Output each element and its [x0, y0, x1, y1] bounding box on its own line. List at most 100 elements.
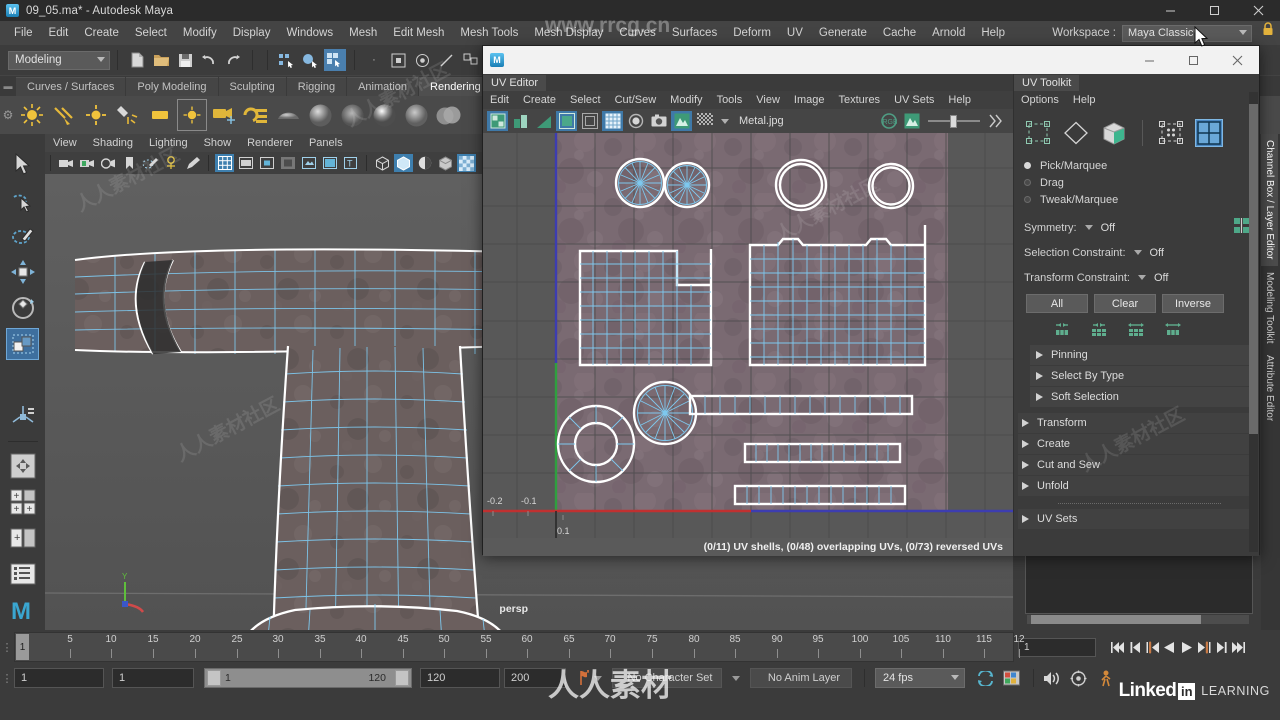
- menu-cache[interactable]: Cache: [875, 25, 924, 41]
- current-frame-field[interactable]: 1: [1018, 637, 1096, 657]
- anim-start-field[interactable]: 1: [112, 668, 194, 688]
- film-gate-icon[interactable]: [236, 154, 255, 172]
- vertex-mask-icon[interactable]: [387, 49, 409, 71]
- menu-modify[interactable]: Modify: [175, 25, 225, 41]
- volume-light-icon[interactable]: [177, 99, 207, 131]
- uv-display-ramp-icon[interactable]: [533, 111, 554, 131]
- maya-workspace-icon[interactable]: M: [6, 594, 39, 626]
- cycle-icon[interactable]: [975, 668, 995, 688]
- grease-pencil-icon[interactable]: [183, 154, 202, 172]
- uv-editor-window[interactable]: M UV Editor Edit Create Select Cut/Sew M…: [482, 45, 1260, 556]
- go-to-start-icon[interactable]: [1110, 638, 1127, 657]
- camera-attributes-icon[interactable]: [99, 154, 118, 172]
- layered-shader-icon[interactable]: [433, 99, 463, 131]
- menu-file[interactable]: File: [6, 25, 41, 41]
- step-back-frame-icon[interactable]: [1144, 638, 1161, 657]
- selection-mode-pick-marquee[interactable]: Pick/Marquee: [1014, 157, 1259, 174]
- shaded-half-icon[interactable]: [415, 154, 434, 172]
- uv-shaded-icon[interactable]: [625, 111, 646, 131]
- transform-constraint-row[interactable]: Transform Constraint: Off: [1014, 265, 1259, 290]
- chevron-down-icon[interactable]: [1137, 275, 1146, 280]
- vtab-modeling-toolkit[interactable]: Modeling Toolkit: [1261, 266, 1278, 350]
- edge-component-icon[interactable]: [1062, 119, 1090, 147]
- menu-deform[interactable]: Deform: [725, 25, 779, 41]
- workspace-selector[interactable]: Workspace : Maya Classic*: [1052, 21, 1252, 45]
- auto-key-dropdown-icon[interactable]: [594, 675, 602, 681]
- vp-menu-view[interactable]: View: [45, 137, 85, 149]
- group-create[interactable]: Create: [1018, 434, 1251, 454]
- menu-uv[interactable]: UV: [779, 25, 811, 41]
- range-end-field[interactable]: 200: [504, 668, 566, 688]
- ambient-light-icon[interactable]: [17, 99, 47, 131]
- menu-surfaces[interactable]: Surfaces: [664, 25, 725, 41]
- camera-icon[interactable]: [209, 99, 239, 131]
- toolkit-scrollbar-thumb[interactable]: [1249, 104, 1258, 434]
- workspace-dropdown[interactable]: Maya Classic*: [1122, 24, 1252, 42]
- two-view-layout-icon[interactable]: +: [6, 522, 39, 554]
- symmetry-row[interactable]: Symmetry: Off: [1014, 215, 1259, 240]
- paint-select-tool-icon[interactable]: [6, 220, 39, 252]
- symmetry-toggle-icon[interactable]: [1234, 217, 1249, 238]
- range-start-handle[interactable]: [207, 670, 221, 686]
- anisotropic-material-icon[interactable]: [401, 99, 431, 131]
- phonge-material-icon[interactable]: [369, 99, 399, 131]
- uv-editor-pane[interactable]: UV Editor Edit Create Select Cut/Sew Mod…: [483, 74, 1013, 556]
- two-dimensional-pan-icon[interactable]: [162, 154, 181, 172]
- audio-icon[interactable]: [1042, 668, 1062, 688]
- group-soft-selection[interactable]: Soft Selection: [1030, 387, 1251, 407]
- step-forward-frame-icon[interactable]: [1195, 638, 1212, 657]
- align-spread-icon[interactable]: [1126, 321, 1146, 337]
- align-left-icon[interactable]: [1052, 321, 1072, 337]
- uv-mask-icon[interactable]: [459, 49, 481, 71]
- uv-dim-slider[interactable]: [928, 114, 980, 128]
- group-cut-and-sew[interactable]: Cut and Sew: [1018, 455, 1251, 475]
- bookmark-icon[interactable]: [120, 154, 139, 172]
- smooth-shading-icon[interactable]: [394, 154, 413, 172]
- uv-texture-dropdown-icon[interactable]: [721, 118, 729, 124]
- current-frame-marker[interactable]: 1: [16, 634, 29, 660]
- tile-grid-icon[interactable]: [1195, 119, 1223, 147]
- menu-select[interactable]: Select: [127, 25, 175, 41]
- uvmenu-select[interactable]: Select: [563, 94, 608, 106]
- menu-arnold[interactable]: Arnold: [924, 25, 973, 41]
- move-tool-icon[interactable]: [6, 256, 39, 288]
- image-plane-icon[interactable]: [141, 154, 160, 172]
- uv-display-unfilled-icon[interactable]: [510, 111, 531, 131]
- range-slider[interactable]: 1 120: [204, 668, 412, 688]
- vp-menu-renderer[interactable]: Renderer: [239, 137, 301, 149]
- textured-shading-icon[interactable]: [436, 154, 455, 172]
- rotate-tool-icon[interactable]: [6, 292, 39, 324]
- group-select-by-type[interactable]: Select By Type: [1030, 366, 1251, 386]
- menu-generate[interactable]: Generate: [811, 25, 875, 41]
- vtab-channel-box[interactable]: Channel Box / Layer Editor: [1261, 134, 1278, 266]
- time-slider[interactable]: 1 5 10 15 20 25 30 35 40 45 50 55 60 65 70 75 80 85 90 95 1…: [14, 632, 1025, 662]
- spot-light-icon[interactable]: [113, 99, 143, 131]
- menu-display[interactable]: Display: [225, 25, 279, 41]
- selection-constraint-row[interactable]: Selection Constraint: Off: [1014, 240, 1259, 265]
- vp-menu-show[interactable]: Show: [196, 137, 240, 149]
- uv-expand-toolbar-icon[interactable]: [984, 111, 1005, 131]
- playback-speed-dropdown[interactable]: 24 fps: [875, 668, 965, 688]
- timeslider-grip[interactable]: ⋮: [0, 630, 14, 664]
- character-set-field[interactable]: No Character Set: [612, 668, 722, 688]
- selection-mode-drag[interactable]: Drag: [1014, 174, 1259, 191]
- gate-mask-icon[interactable]: [278, 154, 297, 172]
- uv-snapshot-icon[interactable]: [648, 111, 669, 131]
- uv-toolkit-pane[interactable]: UV Toolkit Options Help Pick/Marquee Dra…: [1013, 74, 1259, 556]
- go-to-end-icon[interactable]: [1229, 638, 1246, 657]
- menu-mesh-tools[interactable]: Mesh Tools: [452, 25, 526, 41]
- align-right-icon[interactable]: [1163, 321, 1183, 337]
- hud-image-icon[interactable]: [320, 154, 339, 172]
- camera-lock-icon[interactable]: [78, 154, 97, 172]
- minimize-button[interactable]: [1148, 0, 1192, 21]
- selection-mode-tweak-marquee[interactable]: Tweak/Marquee: [1014, 191, 1259, 208]
- single-view-layout-icon[interactable]: [6, 450, 39, 482]
- select-tool-icon[interactable]: [6, 148, 39, 180]
- clear-selection-button[interactable]: Clear: [1094, 294, 1156, 313]
- uvmenu-edit[interactable]: Edit: [483, 94, 516, 106]
- uv-checker-icon[interactable]: [694, 111, 715, 131]
- uvmenu-textures[interactable]: Textures: [831, 94, 887, 106]
- grid-toggle-icon[interactable]: [215, 154, 234, 172]
- uv-alpha-channel-icon[interactable]: [901, 111, 922, 131]
- menu-edit-mesh[interactable]: Edit Mesh: [385, 25, 452, 41]
